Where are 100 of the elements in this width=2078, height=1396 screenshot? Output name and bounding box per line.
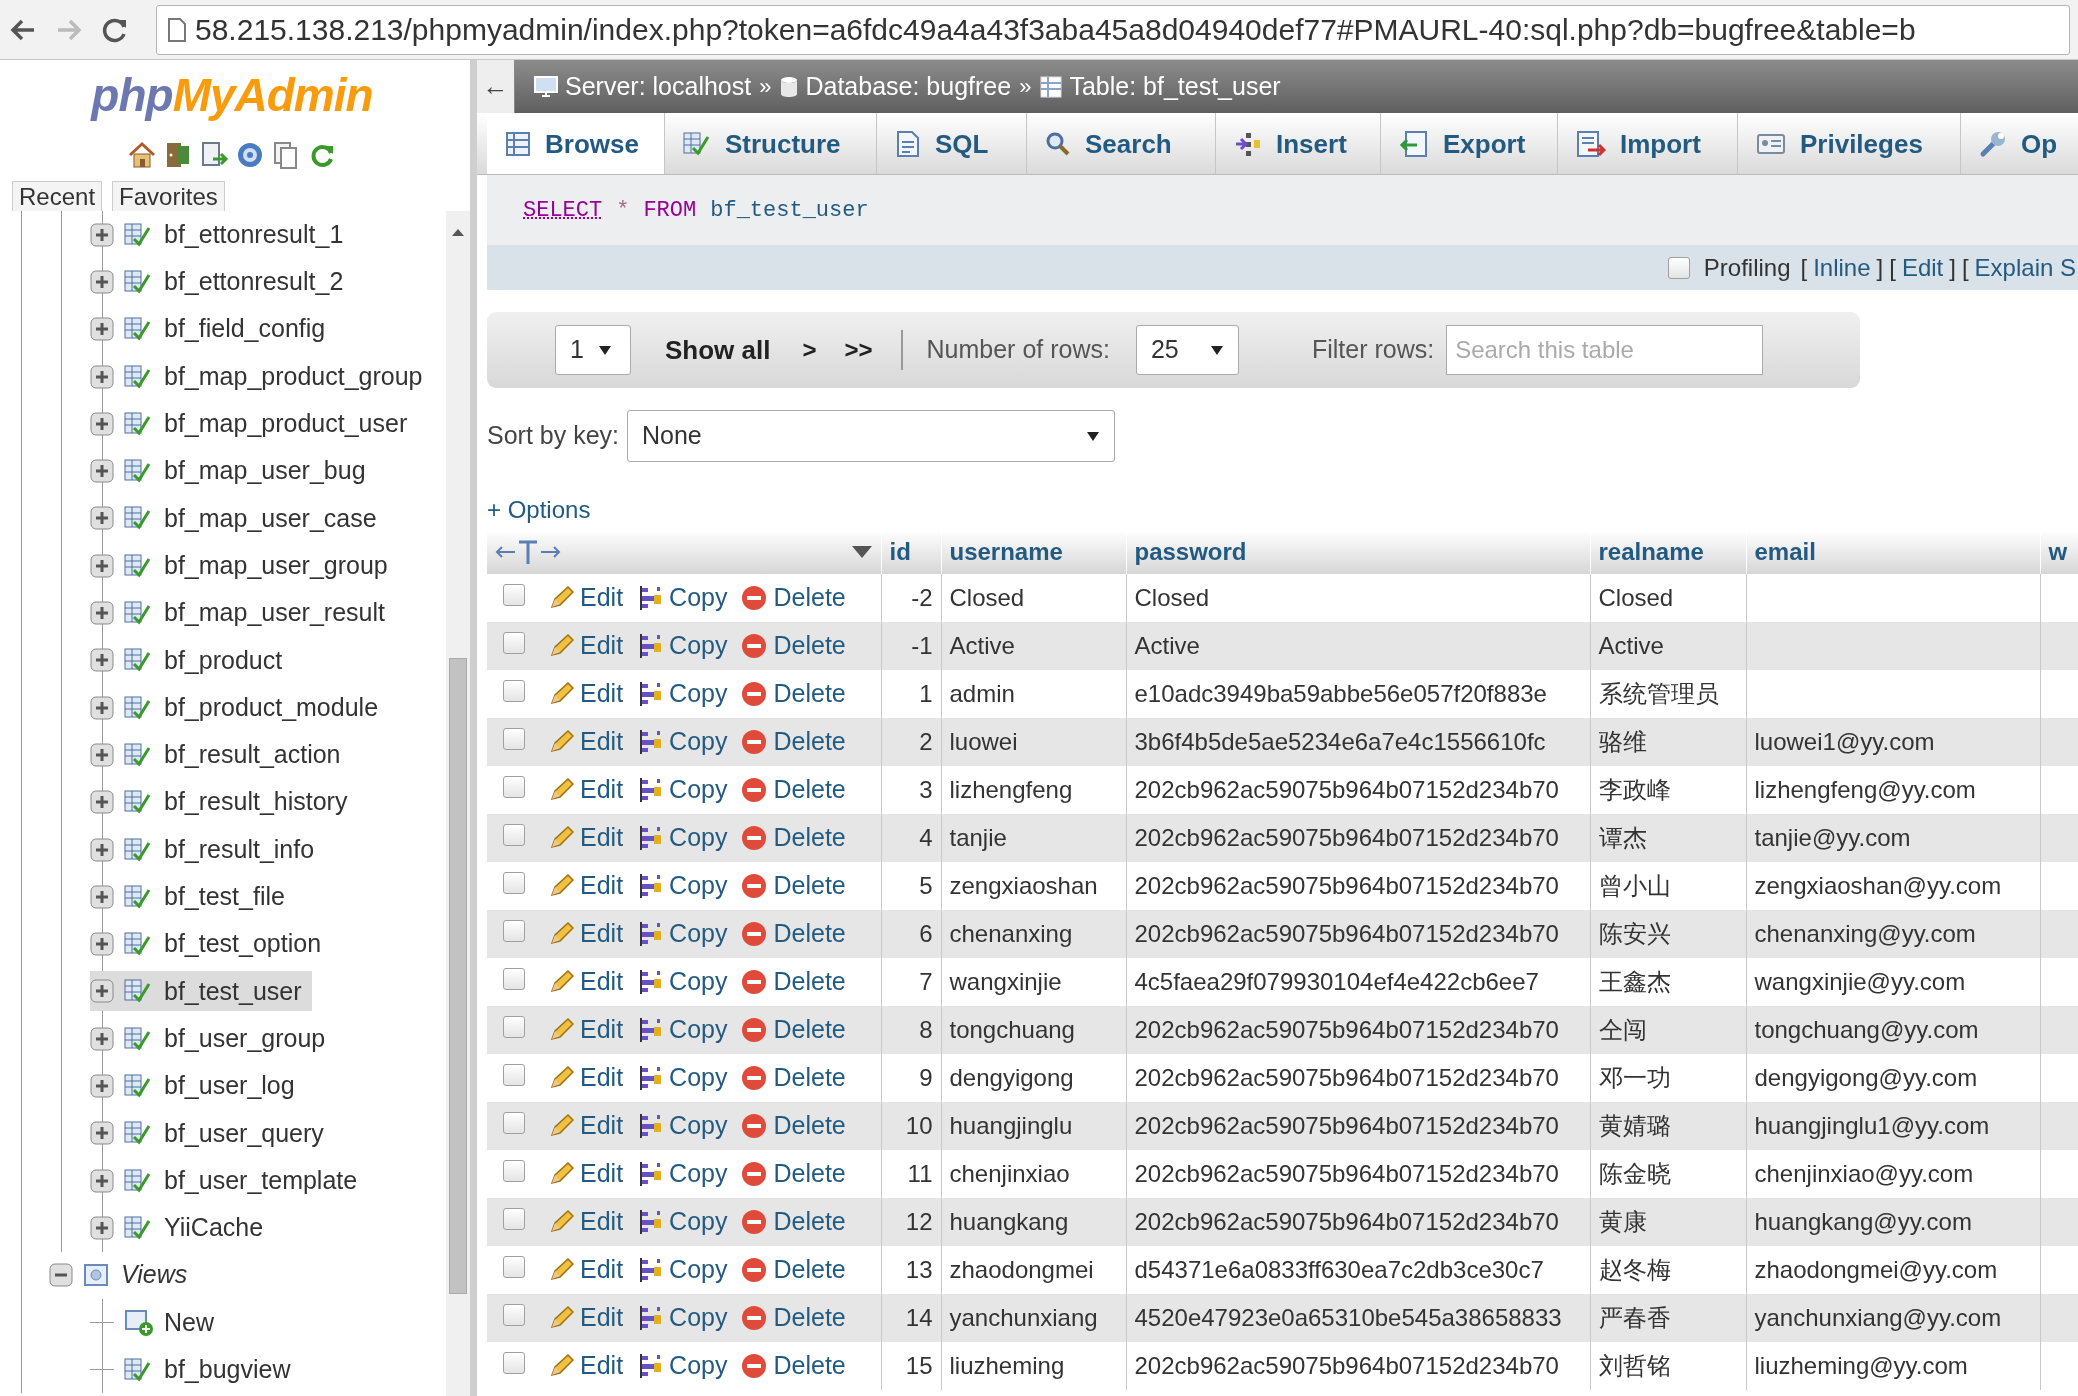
copy-link[interactable]: Copy bbox=[637, 1155, 728, 1193]
edit-link[interactable]: Edit bbox=[548, 1059, 624, 1097]
edit-link[interactable]: Edit bbox=[548, 1347, 624, 1385]
row-checkbox[interactable] bbox=[503, 1016, 525, 1038]
tree-item[interactable]: bf_test_option bbox=[90, 924, 332, 965]
edit-link[interactable]: Edit bbox=[548, 963, 624, 1001]
tree-item[interactable]: bf_ettonresult_2 bbox=[90, 261, 354, 302]
tree-item[interactable]: YiiCache bbox=[90, 1207, 274, 1248]
plus-box-icon[interactable] bbox=[90, 742, 114, 767]
profiling-link[interactable]: Inline bbox=[1813, 249, 1871, 286]
plus-box-icon[interactable] bbox=[90, 790, 114, 815]
last-page-button[interactable]: >> bbox=[844, 332, 873, 368]
breadcrumb-link[interactable]: Database: bugfree bbox=[779, 67, 1012, 106]
row-checkbox[interactable] bbox=[503, 1160, 525, 1182]
tree-item[interactable]: bf_result_info bbox=[90, 829, 325, 870]
scroll-thumb[interactable] bbox=[449, 658, 467, 1294]
sort-select[interactable]: None bbox=[627, 410, 1115, 462]
tree-item[interactable]: bf_user_group bbox=[90, 1018, 336, 1059]
delete-link[interactable]: Delete bbox=[741, 915, 846, 953]
tree-item[interactable]: Views bbox=[49, 1255, 198, 1296]
copy-link[interactable]: Copy bbox=[637, 1347, 728, 1385]
delete-link[interactable]: Delete bbox=[741, 771, 846, 809]
edit-link[interactable]: Edit bbox=[548, 675, 624, 713]
sidebar-tab[interactable]: Favorites bbox=[112, 181, 225, 211]
row-checkbox[interactable] bbox=[503, 1208, 525, 1230]
tree-item[interactable]: bf_field_config bbox=[90, 309, 336, 350]
plus-box-icon[interactable] bbox=[90, 884, 114, 909]
tree-item[interactable]: bf_map_user_case bbox=[90, 498, 387, 539]
plus-box-icon[interactable] bbox=[90, 411, 114, 436]
plus-box-icon[interactable] bbox=[90, 601, 114, 625]
delete-link[interactable]: Delete bbox=[741, 627, 846, 665]
copy-link[interactable]: Copy bbox=[637, 915, 728, 953]
delete-link[interactable]: Delete bbox=[741, 1299, 846, 1337]
tree-item[interactable]: bf_user_log bbox=[90, 1066, 305, 1106]
edit-link[interactable]: Edit bbox=[548, 1011, 624, 1049]
delete-link[interactable]: Delete bbox=[741, 963, 846, 1001]
delete-link[interactable]: Delete bbox=[741, 1155, 846, 1193]
breadcrumb-link[interactable]: Server: localhost bbox=[533, 67, 752, 106]
plus-box-icon[interactable] bbox=[90, 1026, 114, 1051]
scroll-up-icon[interactable] bbox=[451, 227, 465, 237]
row-checkbox[interactable] bbox=[503, 968, 525, 990]
plus-box-icon[interactable] bbox=[90, 222, 114, 247]
copy-link[interactable]: Copy bbox=[637, 963, 728, 1001]
breadcrumb-link[interactable]: Table: bf_test_user bbox=[1039, 67, 1281, 106]
next-page-button[interactable]: > bbox=[802, 332, 817, 368]
edit-link[interactable]: Edit bbox=[548, 915, 624, 953]
row-checkbox[interactable] bbox=[503, 1352, 525, 1374]
plus-box-icon[interactable] bbox=[90, 1121, 114, 1146]
tree-item[interactable]: bf_test_user bbox=[90, 971, 312, 1012]
profiling-link[interactable]: Edit bbox=[1901, 249, 1944, 286]
edit-link[interactable]: Edit bbox=[548, 1203, 624, 1241]
row-checkbox[interactable] bbox=[503, 1064, 525, 1086]
tree-item[interactable]: bf_product_module bbox=[90, 687, 389, 728]
plus-box-icon[interactable] bbox=[90, 269, 114, 294]
tree-item[interactable]: bf_user_query bbox=[90, 1113, 334, 1154]
plus-box-icon[interactable] bbox=[90, 364, 114, 389]
tree-item[interactable]: bf_user_template bbox=[90, 1160, 368, 1201]
delete-link[interactable]: Delete bbox=[741, 723, 846, 761]
edit-link[interactable]: Edit bbox=[548, 1155, 624, 1193]
edit-link[interactable]: Edit bbox=[548, 627, 624, 665]
plus-box-icon[interactable] bbox=[90, 837, 114, 862]
copy-link[interactable]: Copy bbox=[637, 723, 728, 761]
row-checkbox[interactable] bbox=[503, 1256, 525, 1278]
edit-link[interactable]: Edit bbox=[548, 723, 624, 761]
row-checkbox[interactable] bbox=[503, 872, 525, 894]
plus-box-icon[interactable] bbox=[90, 1168, 114, 1193]
home-icon[interactable] bbox=[127, 140, 157, 170]
copy-link[interactable]: Copy bbox=[637, 579, 728, 617]
edit-link[interactable]: Edit bbox=[548, 1107, 624, 1145]
tree-item[interactable]: New bbox=[90, 1302, 224, 1343]
delete-link[interactable]: Delete bbox=[741, 1203, 846, 1241]
row-checkbox[interactable] bbox=[503, 1304, 525, 1326]
options-link[interactable]: + Options bbox=[487, 495, 591, 525]
scrollbar[interactable] bbox=[446, 211, 470, 1396]
plus-box-icon[interactable] bbox=[90, 695, 114, 720]
delete-link[interactable]: Delete bbox=[741, 1011, 846, 1049]
tab[interactable]: Browse bbox=[487, 113, 665, 174]
copy-link[interactable]: Copy bbox=[637, 1251, 728, 1289]
filter-field[interactable]: Search this table bbox=[1446, 325, 1764, 375]
column-arrows-icon[interactable] bbox=[495, 539, 561, 565]
plus-box-icon[interactable] bbox=[90, 932, 114, 957]
delete-link[interactable]: Delete bbox=[741, 819, 846, 857]
profiling-link[interactable]: Explain S bbox=[1974, 249, 2076, 286]
delete-link[interactable]: Delete bbox=[741, 1251, 846, 1289]
edit-link[interactable]: Edit bbox=[548, 867, 624, 905]
profiling-checkbox[interactable] bbox=[1667, 256, 1690, 279]
caret-down-icon[interactable] bbox=[850, 545, 873, 559]
copy-link[interactable]: Copy bbox=[637, 1059, 728, 1097]
tree-item[interactable]: bf_bugview bbox=[90, 1349, 301, 1390]
delete-link[interactable]: Delete bbox=[741, 1107, 846, 1145]
row-checkbox[interactable] bbox=[503, 920, 525, 942]
copy-link[interactable]: Copy bbox=[637, 771, 728, 809]
sidebar-tab[interactable]: Recent bbox=[12, 181, 103, 211]
copy-link[interactable]: Copy bbox=[637, 819, 728, 857]
row-checkbox[interactable] bbox=[503, 776, 525, 798]
edit-link[interactable]: Edit bbox=[548, 579, 624, 617]
delete-link[interactable]: Delete bbox=[741, 675, 846, 713]
plus-box-icon[interactable] bbox=[90, 979, 114, 1004]
tree-item[interactable]: bf_result_history bbox=[90, 782, 358, 823]
copy-link[interactable]: Copy bbox=[637, 675, 728, 713]
